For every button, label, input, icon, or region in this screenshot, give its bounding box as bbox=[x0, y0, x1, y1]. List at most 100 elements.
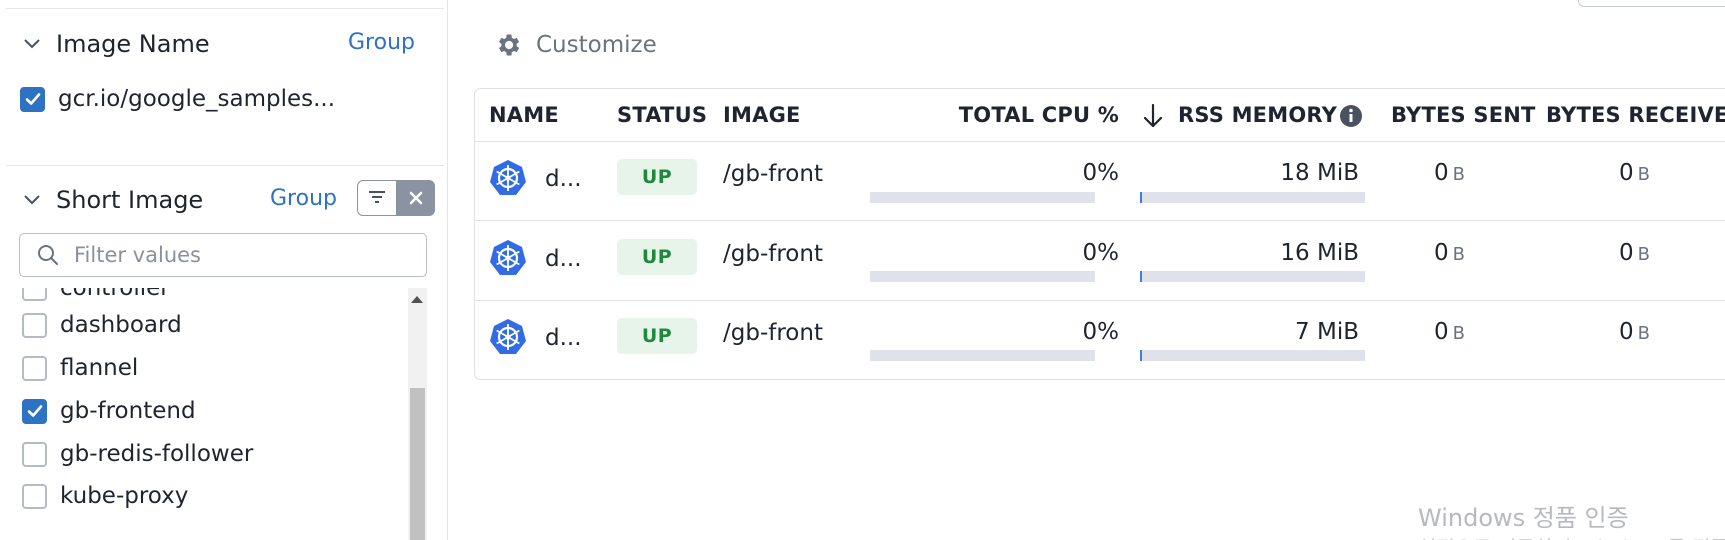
checkbox-unchecked[interactable] bbox=[22, 288, 47, 301]
close-icon bbox=[409, 191, 422, 205]
bytes-sent-unit: B bbox=[1452, 323, 1465, 344]
bytes-sent-number: 0 bbox=[1434, 240, 1449, 266]
cpu-value: 0% bbox=[1082, 240, 1120, 266]
chevron-down-icon bbox=[24, 39, 40, 49]
memory-bar bbox=[1140, 192, 1365, 203]
group-link-short-image[interactable]: Group bbox=[270, 186, 337, 211]
bytes-sent-unit: B bbox=[1452, 164, 1465, 185]
column-header-image[interactable]: IMAGE bbox=[723, 103, 801, 127]
facet-values-list: controller dashboard flannel gb-frontend… bbox=[0, 288, 428, 540]
bytes-received-unit: B bbox=[1637, 323, 1650, 344]
list-scrollbar[interactable] bbox=[408, 288, 427, 540]
checkbox-unchecked[interactable] bbox=[22, 355, 47, 381]
column-header-total-cpu[interactable]: TOTAL CPU % bbox=[949, 103, 1119, 127]
container-name: d... bbox=[545, 246, 582, 272]
facet-value-kube-proxy[interactable]: kube-proxy bbox=[22, 479, 188, 513]
image-name: /gb-front bbox=[723, 320, 823, 346]
memory-bar-fill bbox=[1140, 192, 1142, 203]
checkmark-icon bbox=[27, 405, 42, 417]
facet-value-gb-frontend[interactable]: gb-frontend bbox=[22, 394, 196, 428]
facet-header-image-name[interactable]: Image Name bbox=[22, 27, 210, 61]
bytes-received-value: 0B bbox=[1525, 240, 1650, 266]
bytes-received-unit: B bbox=[1637, 244, 1650, 265]
bytes-sent-value: 0B bbox=[1355, 319, 1465, 345]
memory-bar-fill bbox=[1140, 350, 1142, 361]
checkbox-unchecked[interactable] bbox=[22, 483, 47, 509]
filter-icon bbox=[369, 191, 385, 203]
customize-button[interactable]: Customize bbox=[494, 31, 657, 59]
image-name: /gb-front bbox=[723, 241, 823, 267]
checkmark-icon bbox=[25, 93, 40, 105]
checkbox-checked[interactable] bbox=[22, 398, 47, 424]
column-header-status[interactable]: STATUS bbox=[617, 103, 707, 127]
facet-value-label: gb-frontend bbox=[60, 398, 196, 424]
bytes-sent-number: 0 bbox=[1434, 319, 1449, 345]
image-name: /gb-front bbox=[723, 161, 823, 187]
cpu-value: 0% bbox=[1082, 319, 1120, 345]
filter-mode-button[interactable] bbox=[357, 180, 396, 216]
column-header-bytes-sent[interactable]: BYTES SENT bbox=[1391, 103, 1536, 127]
scrollbar-thumb[interactable] bbox=[410, 388, 425, 540]
bytes-sent-number: 0 bbox=[1434, 160, 1449, 186]
container-name: d... bbox=[545, 166, 582, 192]
cpu-value: 0% bbox=[1082, 160, 1120, 186]
facet-filter-controls bbox=[357, 180, 435, 216]
checkbox-checked[interactable] bbox=[20, 86, 45, 112]
activation-watermark-subtext: 설정으로 이동하여 Windows를 정품 bbox=[1418, 532, 1725, 540]
column-header-name[interactable]: NAME bbox=[489, 103, 559, 127]
table-header: NAME STATUS IMAGE TOTAL CPU % RSS MEMORY… bbox=[475, 89, 1725, 142]
info-icon[interactable] bbox=[1339, 104, 1363, 128]
checkbox-unchecked[interactable] bbox=[22, 441, 47, 467]
checkbox-unchecked[interactable] bbox=[22, 312, 47, 338]
facet-value-flannel[interactable]: flannel bbox=[22, 351, 138, 385]
group-link-image-name[interactable]: Group bbox=[348, 30, 415, 55]
table-row[interactable]: d... UP /gb-front 0% 18 MiB 0B 0B bbox=[475, 142, 1725, 221]
kubernetes-icon bbox=[490, 160, 526, 195]
search-icon bbox=[38, 245, 58, 265]
gear-icon bbox=[499, 34, 520, 56]
clear-filter-button[interactable] bbox=[396, 180, 435, 216]
memory-bar bbox=[1140, 350, 1365, 361]
container-name: d... bbox=[545, 325, 582, 351]
facet-search bbox=[19, 233, 427, 277]
bytes-received-number: 0 bbox=[1619, 240, 1634, 266]
filter-values-input[interactable] bbox=[74, 243, 404, 267]
cpu-bar bbox=[870, 271, 1095, 282]
facet-value-controller[interactable]: controller bbox=[22, 288, 170, 305]
column-header-rss-memory[interactable]: RSS MEMORY bbox=[1178, 103, 1337, 127]
status-badge: UP bbox=[617, 159, 697, 195]
facet-header-short-image[interactable]: Short Image bbox=[22, 183, 203, 217]
facet-value-label: dashboard bbox=[60, 312, 182, 338]
column-header-bytes-received[interactable]: BYTES RECEIVE bbox=[1546, 103, 1725, 127]
facet-sidebar: Image Name Group gcr.io/google_samples..… bbox=[0, 0, 448, 540]
top-control-edge bbox=[1578, 0, 1725, 7]
facet-value-gcr-image[interactable]: gcr.io/google_samples... bbox=[20, 86, 335, 112]
bytes-received-number: 0 bbox=[1619, 160, 1634, 186]
memory-value: 16 MiB bbox=[1280, 240, 1359, 266]
bytes-sent-unit: B bbox=[1452, 244, 1465, 265]
facet-value-dashboard[interactable]: dashboard bbox=[22, 308, 182, 342]
facet-title: Short Image bbox=[56, 186, 204, 214]
memory-bar-fill bbox=[1140, 271, 1142, 282]
bytes-received-number: 0 bbox=[1619, 319, 1634, 345]
status-badge: UP bbox=[617, 318, 697, 354]
memory-value: 7 MiB bbox=[1295, 319, 1359, 345]
kubernetes-icon bbox=[490, 240, 526, 275]
cpu-bar bbox=[870, 350, 1095, 361]
facet-value-label: kube-proxy bbox=[60, 483, 189, 509]
memory-bar bbox=[1140, 271, 1365, 282]
activation-watermark: Windows 정품 인증 bbox=[1418, 504, 1629, 532]
facet-value-gb-redis-follower[interactable]: gb-redis-follower bbox=[22, 437, 253, 471]
divider bbox=[6, 8, 444, 9]
memory-value: 18 MiB bbox=[1280, 160, 1359, 186]
sort-desc-arrow-icon[interactable] bbox=[1140, 102, 1166, 130]
table-row[interactable]: d... UP /gb-front 0% 7 MiB 0B 0B bbox=[475, 301, 1725, 379]
facet-title: Image Name bbox=[56, 30, 210, 58]
facet-value-label: controller bbox=[60, 288, 170, 301]
cpu-bar bbox=[870, 192, 1095, 203]
chevron-down-icon bbox=[24, 195, 40, 205]
scroll-up-arrow-icon[interactable] bbox=[411, 296, 423, 303]
customize-label: Customize bbox=[536, 32, 657, 58]
table-row[interactable]: d... UP /gb-front 0% 16 MiB 0B 0B bbox=[475, 222, 1725, 301]
bytes-sent-value: 0B bbox=[1355, 160, 1465, 186]
